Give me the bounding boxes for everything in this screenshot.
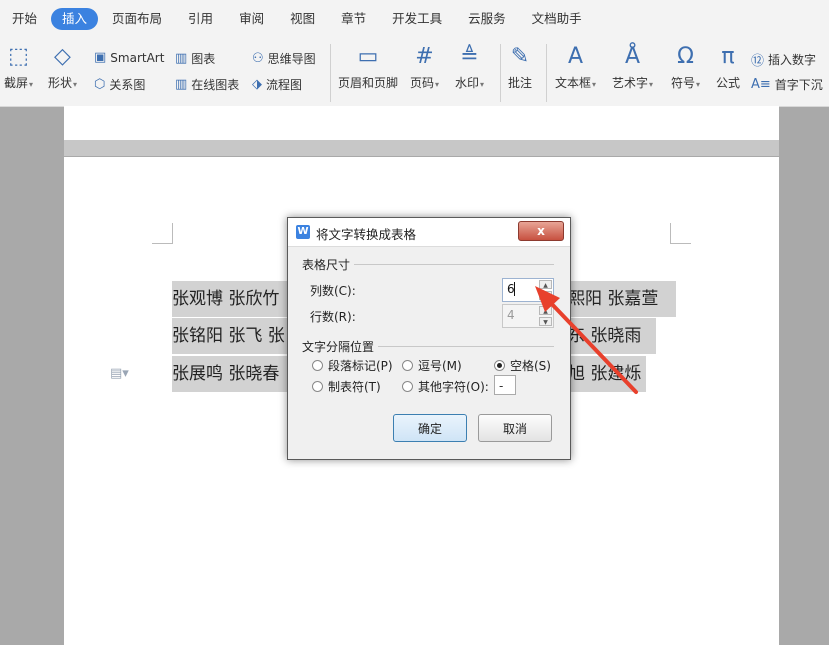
header-footer-icon: ▭ — [357, 44, 379, 69]
page-number-button[interactable]: # 页码▾ — [410, 44, 439, 91]
pi-icon: π — [721, 44, 735, 69]
ok-button[interactable]: 确定 — [393, 414, 467, 442]
ribbon-separator — [546, 44, 547, 102]
screenshot-button[interactable]: ⬚ 截屏▾ — [4, 44, 33, 91]
radio-tab[interactable]: 制表符(T) — [312, 378, 381, 395]
comment-button[interactable]: ✎ 批注 — [508, 44, 532, 91]
online-chart-icon: ▥ — [175, 77, 188, 92]
radio-button-selected[interactable] — [494, 360, 505, 371]
page-gap — [64, 140, 779, 156]
radio-button[interactable] — [402, 360, 413, 371]
tab-page-layout[interactable]: 页面布局 — [100, 8, 174, 30]
radio-other[interactable]: 其他字符(O): — [402, 378, 489, 395]
tab-cloud[interactable]: 云服务 — [456, 8, 518, 30]
relation-diagram-button[interactable]: ⬡ 关系图 — [94, 76, 145, 93]
radio-button[interactable] — [402, 381, 413, 392]
spin-down-button[interactable]: ▼ — [539, 291, 552, 300]
tab-review[interactable]: 审阅 — [227, 8, 276, 30]
chart-button[interactable]: ▥ 图表 — [175, 50, 215, 67]
radio-button[interactable] — [312, 360, 323, 371]
flowchart-button[interactable]: ⬗ 流程图 — [252, 76, 302, 93]
app-icon: W — [296, 225, 310, 239]
tab-view[interactable]: 视图 — [278, 8, 327, 30]
close-button[interactable]: x — [518, 221, 564, 241]
flowchart-icon: ⬗ — [252, 77, 262, 92]
mindmap-button[interactable]: ⚇ 思维导图 — [252, 50, 316, 67]
textbox-icon: A — [567, 44, 584, 69]
tab-start[interactable]: 开始 — [0, 8, 49, 30]
shape-button[interactable]: ◇ 形状▾ — [48, 44, 77, 91]
symbol-button[interactable]: Ω 符号▾ — [671, 44, 700, 91]
dialog-title: 将文字转换成表格 — [316, 227, 417, 242]
watermark-button[interactable]: ≜ 水印▾ — [455, 44, 484, 91]
smartart-icon: ▣ — [94, 50, 107, 65]
radio-paragraph[interactable]: 段落标记(P) — [312, 357, 393, 374]
tab-developer[interactable]: 开发工具 — [380, 8, 454, 30]
watermark-icon: ≜ — [460, 44, 479, 69]
page-number-icon: # — [415, 44, 434, 69]
shape-icon: ◇ — [54, 44, 71, 69]
tab-sections[interactable]: 章节 — [329, 8, 378, 30]
other-char-input[interactable]: - — [494, 375, 516, 395]
columns-spinner[interactable]: 6 ▲ ▼ — [502, 278, 554, 302]
relation-icon: ⬡ — [94, 77, 106, 92]
ribbon-separator — [330, 44, 331, 102]
separator-group-label: 文字分隔位置 — [302, 340, 375, 354]
mindmap-icon: ⚇ — [252, 51, 264, 66]
rows-input: 4 — [507, 308, 515, 322]
spin-up-button: ▲ — [539, 306, 552, 315]
margin-corner — [670, 223, 691, 244]
smartart-button[interactable]: ▣ SmartArt — [94, 50, 164, 65]
spin-down-button: ▼ — [539, 317, 552, 326]
drop-cap-icon: A≡ — [751, 77, 771, 92]
ribbon-separator — [500, 44, 501, 102]
rows-spinner: 4 ▲ ▼ — [502, 304, 554, 328]
convert-text-to-table-dialog: W 将文字转换成表格 x 表格尺寸 列数(C): 6 ▲ ▼ 行数(R): 4 … — [287, 217, 571, 460]
ribbon-toolbar: ⬚ 截屏▾ ◇ 形状▾ ▣ SmartArt ⬡ 关系图 ▥ 图表 ▥ 在线图表… — [0, 38, 829, 107]
radio-comma[interactable]: 逗号(M) — [402, 357, 462, 374]
tab-references[interactable]: 引用 — [176, 8, 225, 30]
menu-bar: 开始 插入 页面布局 引用 审阅 视图 章节 开发工具 云服务 文档助手 — [0, 0, 829, 38]
group-divider — [354, 264, 554, 265]
header-footer-button[interactable]: ▭ 页眉和页脚 — [338, 44, 398, 91]
tab-insert[interactable]: 插入 — [51, 8, 99, 30]
cancel-button[interactable]: 取消 — [478, 414, 552, 442]
dialog-titlebar[interactable]: W 将文字转换成表格 x — [288, 218, 570, 247]
paragraph-options-icon[interactable]: ▤▾ — [110, 366, 129, 381]
spin-up-button[interactable]: ▲ — [539, 280, 552, 289]
insert-number-button[interactable]: ⑫ 插入数字 — [751, 50, 816, 69]
number-icon: ⑫ — [751, 54, 765, 69]
radio-space[interactable]: 空格(S) — [494, 357, 551, 374]
wordart-icon: Å — [624, 44, 641, 69]
wordart-button[interactable]: Å 艺术字▾ — [612, 44, 653, 91]
group-divider — [378, 346, 554, 347]
textbox-button[interactable]: A 文本框▾ — [555, 44, 596, 91]
radio-button[interactable] — [312, 381, 323, 392]
table-size-group-label: 表格尺寸 — [302, 258, 351, 272]
online-chart-button[interactable]: ▥ 在线图表 — [175, 76, 239, 93]
text-cursor — [514, 282, 515, 296]
columns-label: 列数(C): — [310, 284, 356, 298]
formula-button[interactable]: π 公式 — [716, 44, 740, 91]
screenshot-icon: ⬚ — [8, 44, 29, 69]
comment-icon: ✎ — [510, 44, 530, 69]
rows-label: 行数(R): — [310, 310, 356, 324]
previous-page — [64, 106, 779, 140]
chart-icon: ▥ — [175, 51, 188, 66]
margin-corner — [152, 223, 173, 244]
drop-cap-button[interactable]: A≡ 首字下沉 — [751, 76, 823, 93]
omega-icon: Ω — [677, 44, 694, 69]
tab-doc-assistant[interactable]: 文档助手 — [520, 8, 594, 30]
